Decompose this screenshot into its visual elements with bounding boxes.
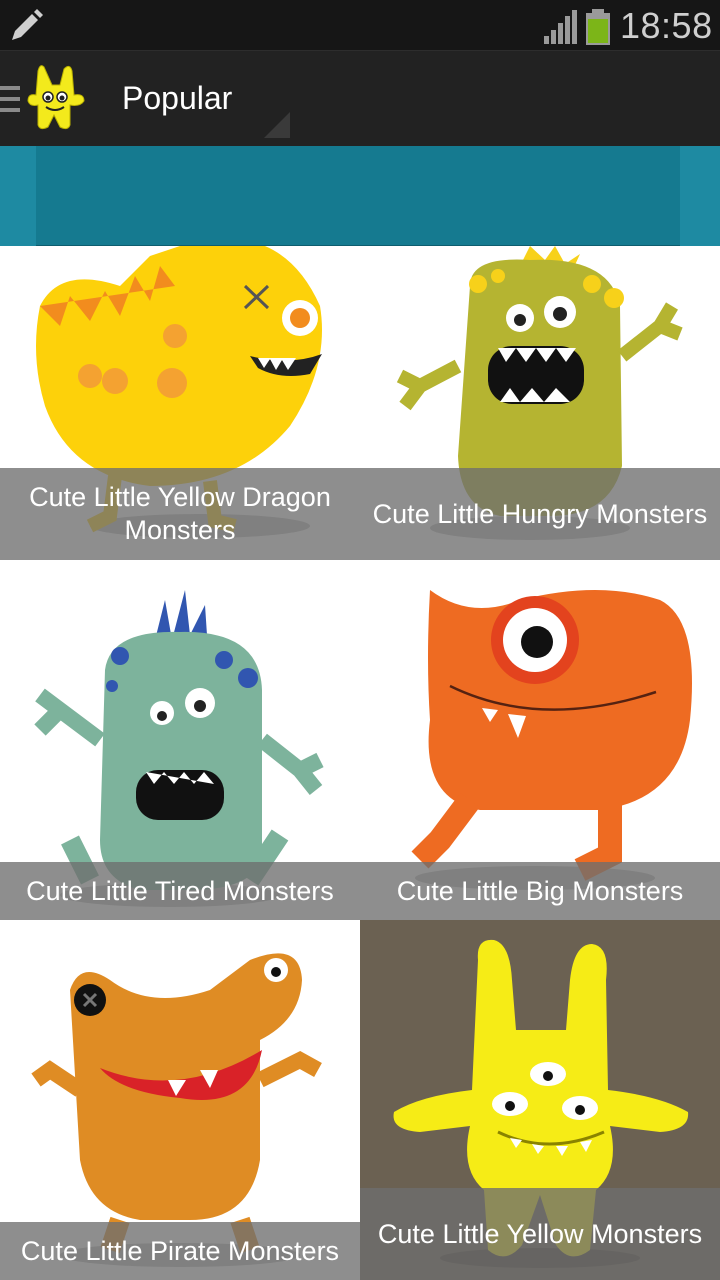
grid-item-label: Cute Little Tired Monsters — [0, 862, 360, 920]
page-title[interactable]: Popular — [122, 76, 232, 120]
grid-item-label: Cute Little Yellow Dragon Monsters — [0, 468, 360, 560]
ad-slot[interactable] — [36, 146, 680, 246]
grid-item-label: Cute Little Hungry Monsters — [360, 468, 720, 560]
status-bar: 18:58 — [0, 0, 720, 50]
signal-icon — [544, 10, 577, 44]
grid-item-yellow-dragon[interactable]: Cute Little Yellow Dragon Monsters — [0, 246, 360, 560]
app-logo-icon[interactable] — [26, 63, 88, 133]
grid-item-hungry[interactable]: Cute Little Hungry Monsters — [360, 246, 720, 560]
grid-item-big[interactable]: Cute Little Big Monsters — [360, 560, 720, 920]
grid-item-label: Cute Little Yellow Monsters — [360, 1188, 720, 1280]
grid-item-label: Cute Little Big Monsters — [360, 862, 720, 920]
battery-icon — [586, 9, 610, 45]
grid-item-tired[interactable]: Cute Little Tired Monsters — [0, 560, 360, 920]
edit-icon — [12, 9, 43, 40]
grid-item-pirate[interactable]: Cute Little Pirate Monsters — [0, 920, 360, 1280]
dropdown-indicator-icon — [264, 112, 290, 138]
grid-item-yellow[interactable]: Cute Little Yellow Monsters — [360, 920, 720, 1280]
grid-item-label: Cute Little Pirate Monsters — [0, 1222, 360, 1280]
clock: 18:58 — [620, 5, 713, 46]
ad-banner — [0, 146, 720, 246]
menu-icon[interactable] — [0, 85, 22, 113]
action-bar: Popular — [0, 50, 720, 146]
